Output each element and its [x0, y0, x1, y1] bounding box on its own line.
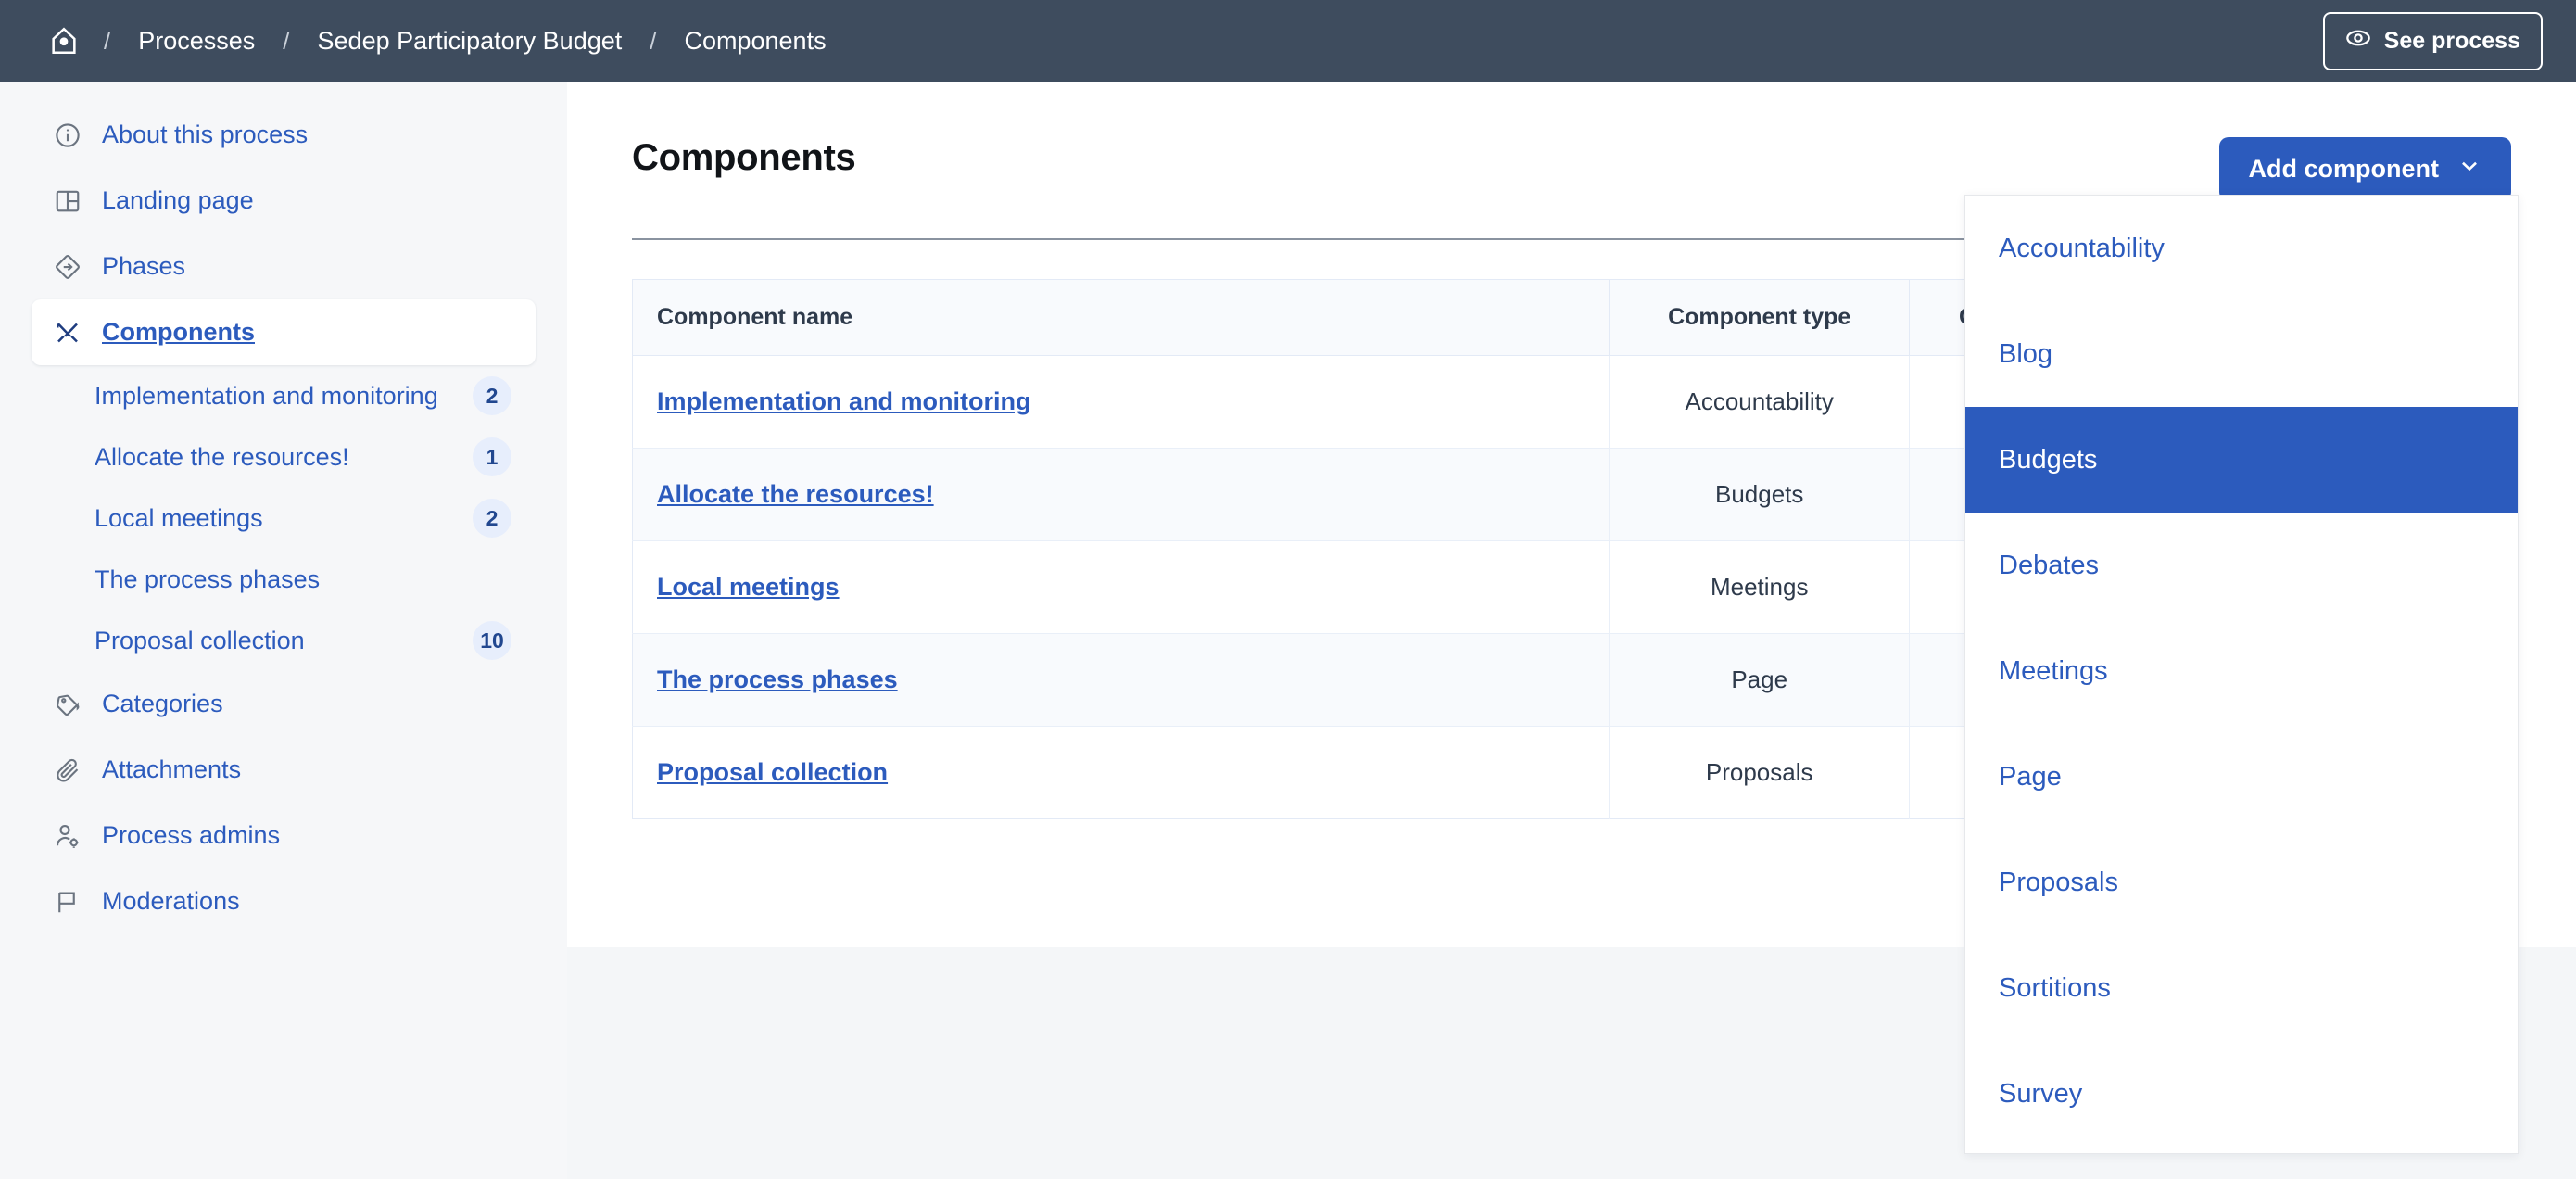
eye-icon [2345, 25, 2371, 57]
chevron-down-icon [2457, 154, 2481, 184]
breadcrumb-separator-1: / [104, 27, 110, 56]
cell-component-type: Page [1610, 634, 1910, 727]
sidebar-subitem-implementation-and-monitoring[interactable]: Implementation and monitoring 2 [32, 365, 536, 426]
cell-component-type: Accountability [1610, 356, 1910, 449]
dropdown-item-debates[interactable]: Debates [1965, 513, 2518, 618]
sidebar-item-process-admins[interactable]: Process admins [32, 803, 536, 868]
cell-component-name: The process phases [633, 634, 1610, 727]
breadcrumb-separator-3: / [650, 27, 656, 56]
diamond-arrow-icon [52, 251, 83, 283]
sidebar-subitem-label: Allocate the resources! [95, 443, 349, 472]
sidebar-item-label: Categories [102, 690, 223, 718]
sidebar-item-attachments[interactable]: Attachments [32, 737, 536, 803]
flag-icon [52, 886, 83, 918]
top-bar: / Processes / Sedep Participatory Budget… [0, 0, 2576, 82]
tag-icon [52, 689, 83, 720]
component-link[interactable]: Proposal collection [657, 758, 888, 786]
sidebar-item-landing-page[interactable]: Landing page [32, 168, 536, 234]
sidebar-subitem-local-meetings[interactable]: Local meetings 2 [32, 488, 536, 549]
sidebar-subitem-count: 10 [473, 621, 511, 660]
column-header-component-name[interactable]: Component name [633, 280, 1610, 356]
paperclip-icon [52, 754, 83, 786]
home-icon[interactable] [48, 25, 80, 57]
sidebar-item-label: Landing page [102, 186, 254, 215]
sidebar-item-label: Attachments [102, 755, 241, 784]
sidebar-subitem-proposal-collection[interactable]: Proposal collection 10 [32, 610, 536, 671]
page-title: Components [632, 137, 855, 179]
cell-component-name: Implementation and monitoring [633, 356, 1610, 449]
see-process-label: See process [2384, 28, 2520, 55]
sidebar-item-about-this-process[interactable]: About this process [32, 102, 536, 168]
breadcrumb-components[interactable]: Components [680, 25, 829, 57]
component-link[interactable]: Allocate the resources! [657, 480, 934, 508]
sidebar-item-components[interactable]: Components [32, 299, 536, 365]
component-link[interactable]: Local meetings [657, 573, 840, 601]
add-component-button[interactable]: Add component [2219, 137, 2511, 201]
dropdown-item-meetings[interactable]: Meetings [1965, 618, 2518, 724]
sidebar-subitem-label: Local meetings [95, 504, 263, 533]
sidebar: About this process Landing page Phases C… [0, 82, 567, 1179]
component-link[interactable]: Implementation and monitoring [657, 387, 1031, 415]
dropdown-item-page[interactable]: Page [1965, 724, 2518, 830]
sidebar-item-categories[interactable]: Categories [32, 671, 536, 737]
add-component-dropdown: Accountability Blog Budgets Debates Meet… [1964, 195, 2519, 1154]
sidebar-item-label: About this process [102, 120, 308, 149]
sidebar-subitem-count: 1 [473, 437, 511, 476]
dropdown-item-accountability[interactable]: Accountability [1965, 196, 2518, 301]
sidebar-subitem-label: The process phases [95, 565, 320, 594]
sidebar-subitem-the-process-phases[interactable]: The process phases [32, 549, 536, 610]
sidebar-item-label: Phases [102, 252, 185, 281]
dropdown-item-blog[interactable]: Blog [1965, 301, 2518, 407]
cell-component-type: Budgets [1610, 449, 1910, 541]
sidebar-subitem-allocate-the-resources[interactable]: Allocate the resources! 1 [32, 426, 536, 488]
cell-component-type: Proposals [1610, 727, 1910, 819]
breadcrumb: / Processes / Sedep Participatory Budget… [48, 25, 2323, 57]
cell-component-name: Allocate the resources! [633, 449, 1610, 541]
sidebar-subitem-label: Implementation and monitoring [95, 382, 438, 411]
column-header-component-type[interactable]: Component type [1610, 280, 1910, 356]
breadcrumb-processes[interactable]: Processes [134, 25, 259, 57]
info-circle-icon [52, 120, 83, 151]
cell-component-type: Meetings [1610, 541, 1910, 634]
dropdown-item-survey[interactable]: Survey [1965, 1041, 2518, 1147]
tools-icon [52, 317, 83, 349]
cell-component-name: Proposal collection [633, 727, 1610, 819]
sidebar-subitem-count: 2 [473, 376, 511, 415]
sidebar-item-phases[interactable]: Phases [32, 234, 536, 299]
sidebar-item-label: Process admins [102, 821, 280, 850]
user-gear-icon [52, 820, 83, 852]
component-link[interactable]: The process phases [657, 666, 898, 693]
layout-grid-icon [52, 185, 83, 217]
dropdown-item-sortitions[interactable]: Sortitions [1965, 935, 2518, 1041]
see-process-button[interactable]: See process [2323, 12, 2543, 70]
sidebar-item-label: Components [102, 318, 255, 347]
breadcrumb-separator-2: / [283, 27, 289, 56]
sidebar-subitem-label: Proposal collection [95, 627, 305, 655]
dropdown-item-proposals[interactable]: Proposals [1965, 830, 2518, 935]
add-component-label: Add component [2249, 155, 2439, 184]
sidebar-item-label: Moderations [102, 887, 240, 916]
sidebar-item-moderations[interactable]: Moderations [32, 868, 536, 934]
dropdown-item-budgets[interactable]: Budgets [1965, 407, 2518, 513]
breadcrumb-process-name[interactable]: Sedep Participatory Budget [314, 25, 626, 57]
cell-component-name: Local meetings [633, 541, 1610, 634]
sidebar-subitem-count: 2 [473, 499, 511, 538]
